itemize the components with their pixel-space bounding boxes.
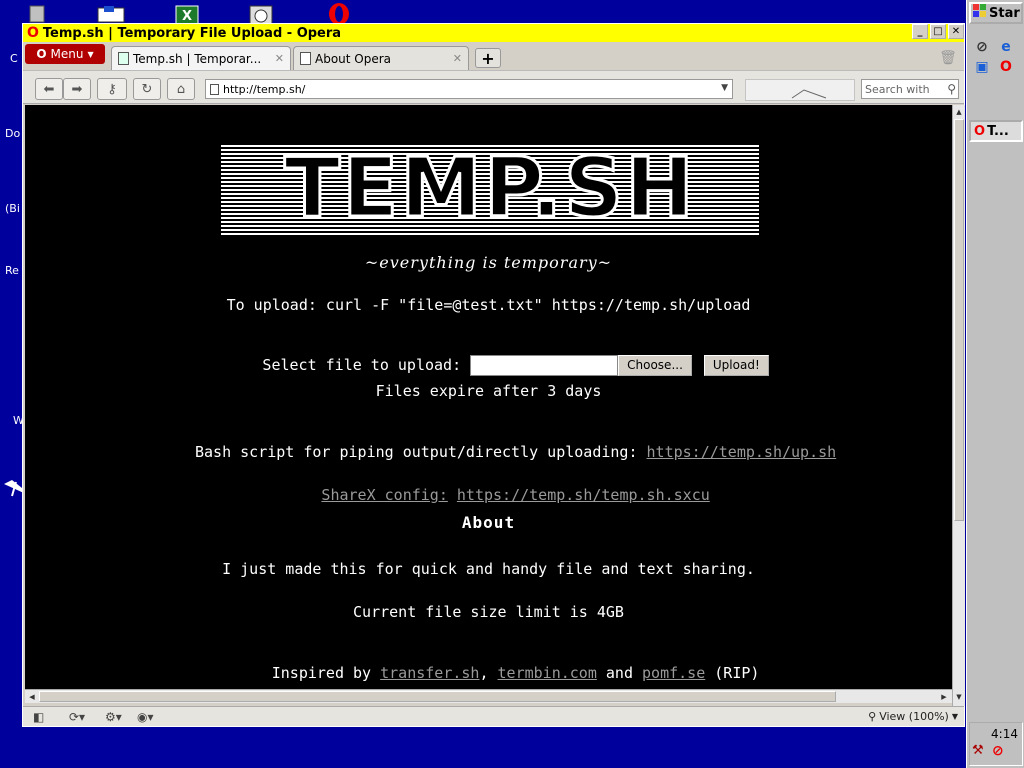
opera-quicklaunch-icon[interactable]: O	[997, 58, 1015, 76]
browser-window: O Temp.sh | Temporary File Upload - Oper…	[22, 23, 965, 727]
search-icon[interactable]: ⚲	[947, 82, 956, 96]
sharex-url-link[interactable]: https://temp.sh/temp.sh.sxcu	[457, 486, 710, 504]
forward-button[interactable]: ➡	[63, 78, 91, 100]
page-content: TEMP.SH ~everything is temporary~ To upl…	[25, 105, 952, 689]
tab-label: Temp.sh | Temporar...	[133, 51, 262, 66]
scroll-down-icon[interactable]: ▼	[954, 691, 964, 703]
search-placeholder: Search with	[865, 82, 930, 96]
taskbar-item-label: T...	[987, 123, 1009, 139]
reload-button[interactable]: ↻	[133, 78, 161, 100]
size-limit-text: Current file size limit is 4GB	[353, 603, 624, 621]
taskbar-item-opera[interactable]: O T...	[969, 120, 1023, 142]
tab-label: About Opera	[315, 51, 392, 66]
svg-text:X: X	[182, 9, 192, 24]
pomf-link[interactable]: pomf.se	[642, 664, 705, 682]
scroll-right-icon[interactable]: ▶	[938, 691, 950, 702]
bash-label: Bash script for piping output/directly u…	[194, 443, 647, 461]
home-button[interactable]: ⌂	[167, 78, 195, 100]
scroll-left-icon[interactable]: ◀	[26, 691, 38, 702]
temp-sh-logo: TEMP.SH	[221, 143, 759, 235]
address-dropdown-icon[interactable]: ▼	[721, 83, 728, 93]
chevron-down-icon: ▼	[87, 49, 94, 59]
turbo-icon[interactable]: ◉▾	[137, 710, 154, 724]
system-tray: 4:14 ⚒ ⊘	[969, 722, 1023, 766]
choose-file-button[interactable]: Choose...	[618, 355, 692, 376]
minimize-button[interactable]: _	[912, 24, 928, 39]
tray-opera-icon[interactable]: ⊘	[992, 743, 1004, 759]
sharex-config-link[interactable]: ShareX config:	[321, 486, 447, 504]
tab-close-icon[interactable]: ✕	[453, 52, 462, 65]
expiry-text: Files expire after 3 days	[375, 382, 602, 400]
status-bar: ◧ ⟳▾ ⚙▾ ◉▾ ⚲ View (100%) ▼	[23, 706, 964, 726]
unite-icon[interactable]: ⚙▾	[105, 710, 122, 724]
new-tab-button[interactable]: +	[475, 48, 501, 68]
horizontal-scroll-thumb[interactable]	[39, 691, 836, 702]
tab-temp-sh[interactable]: Temp.sh | Temporar... ✕	[111, 46, 291, 70]
trash-icon[interactable]: 🗑	[938, 48, 958, 68]
menu-label: Menu	[50, 47, 84, 61]
file-path-input[interactable]	[470, 355, 619, 376]
zoom-icon: ⚲	[868, 710, 877, 723]
desktop-label-4: Re	[5, 264, 19, 277]
navigation-bar: ⬅ ➡ ⚷ ↻ ⌂ http://temp.sh/ ▼ Search with …	[23, 70, 964, 104]
logo-text: TEMP.SH	[283, 143, 696, 235]
about-text: I just made this for quick and handy fil…	[222, 560, 755, 578]
zoom-control[interactable]: ⚲ View (100%) ▼	[868, 710, 958, 723]
sync-icon[interactable]: ⟳▾	[69, 710, 85, 724]
title-bar[interactable]: O Temp.sh | Temporary File Upload - Oper…	[23, 24, 964, 42]
page-icon	[118, 52, 129, 65]
show-desktop-icon[interactable]: ⊘	[973, 38, 991, 56]
desktop-label-2: Do	[5, 127, 21, 140]
vertical-scrollbar[interactable]: ▲ ▼	[952, 105, 965, 706]
comma-separator: ,	[479, 664, 498, 682]
desktop-label-1: C	[10, 52, 18, 65]
tab-bar: O Menu ▼ Temp.sh | Temporar... ✕ About O…	[23, 42, 964, 70]
quick-launch: ⊘ e ▣ O	[973, 38, 1019, 76]
inspired-line: Inspired by transfer.sh, termbin.com and…	[25, 646, 952, 689]
address-bar[interactable]: http://temp.sh/ ▼	[205, 79, 733, 99]
start-label: Star	[989, 5, 1020, 21]
page-icon	[300, 52, 311, 65]
ie-icon[interactable]: e	[997, 38, 1015, 56]
bookmark-bar-area[interactable]	[745, 79, 855, 101]
vertical-scroll-thumb[interactable]	[954, 119, 964, 521]
horizontal-scrollbar[interactable]: ◀ ▶	[25, 689, 952, 703]
transfer-sh-link[interactable]: transfer.sh	[380, 664, 479, 682]
search-input[interactable]: Search with ⚲	[861, 79, 959, 99]
select-file-label: Select file to upload:	[262, 356, 471, 374]
network-icon[interactable]: ▣	[973, 58, 991, 76]
about-heading: About	[461, 513, 516, 532]
windows-logo-icon	[973, 4, 987, 22]
zoom-label: View (100%)	[879, 710, 949, 723]
scroll-up-icon[interactable]: ▲	[954, 106, 964, 118]
panel-toggle-icon[interactable]: ◧	[33, 710, 44, 724]
tab-about-opera[interactable]: About Opera ✕	[293, 46, 469, 70]
opera-menu-button[interactable]: O Menu ▼	[25, 44, 105, 64]
upload-command: To upload: curl -F "file=@test.txt" http…	[226, 296, 751, 314]
tagline: ~everything is temporary~	[364, 253, 613, 272]
key-icon[interactable]: ⚷	[97, 78, 127, 100]
maximize-button[interactable]: □	[930, 24, 946, 39]
page-icon	[210, 83, 219, 95]
and-separator: and	[596, 664, 643, 682]
upload-button[interactable]: Upload!	[703, 355, 769, 376]
start-button[interactable]: Star	[969, 2, 1023, 24]
chevron-down-icon: ▼	[951, 712, 958, 721]
window-title: Temp.sh | Temporary File Upload - Opera	[42, 25, 342, 41]
address-text: http://temp.sh/	[223, 82, 306, 96]
tab-close-icon[interactable]: ✕	[275, 52, 284, 65]
tray-tools-icon[interactable]: ⚒	[972, 743, 984, 758]
inspired-prefix: Inspired by	[271, 664, 381, 682]
bash-script-link[interactable]: https://temp.sh/up.sh	[647, 443, 837, 461]
taskbar: Star ⊘ e ▣ O O T... 4:14 ⚒ ⊘	[966, 0, 1024, 768]
clock[interactable]: 4:14	[991, 727, 1018, 741]
desktop-label-3: (Bi	[5, 202, 20, 215]
close-button[interactable]: ✕	[948, 24, 964, 39]
opera-icon: O	[974, 123, 986, 139]
opera-menu-icon: O	[36, 47, 47, 61]
rip-suffix: (RIP)	[705, 664, 760, 682]
back-button[interactable]: ⬅	[35, 78, 63, 100]
termbin-link[interactable]: termbin.com	[498, 664, 597, 682]
opera-title-icon: O	[27, 25, 39, 41]
